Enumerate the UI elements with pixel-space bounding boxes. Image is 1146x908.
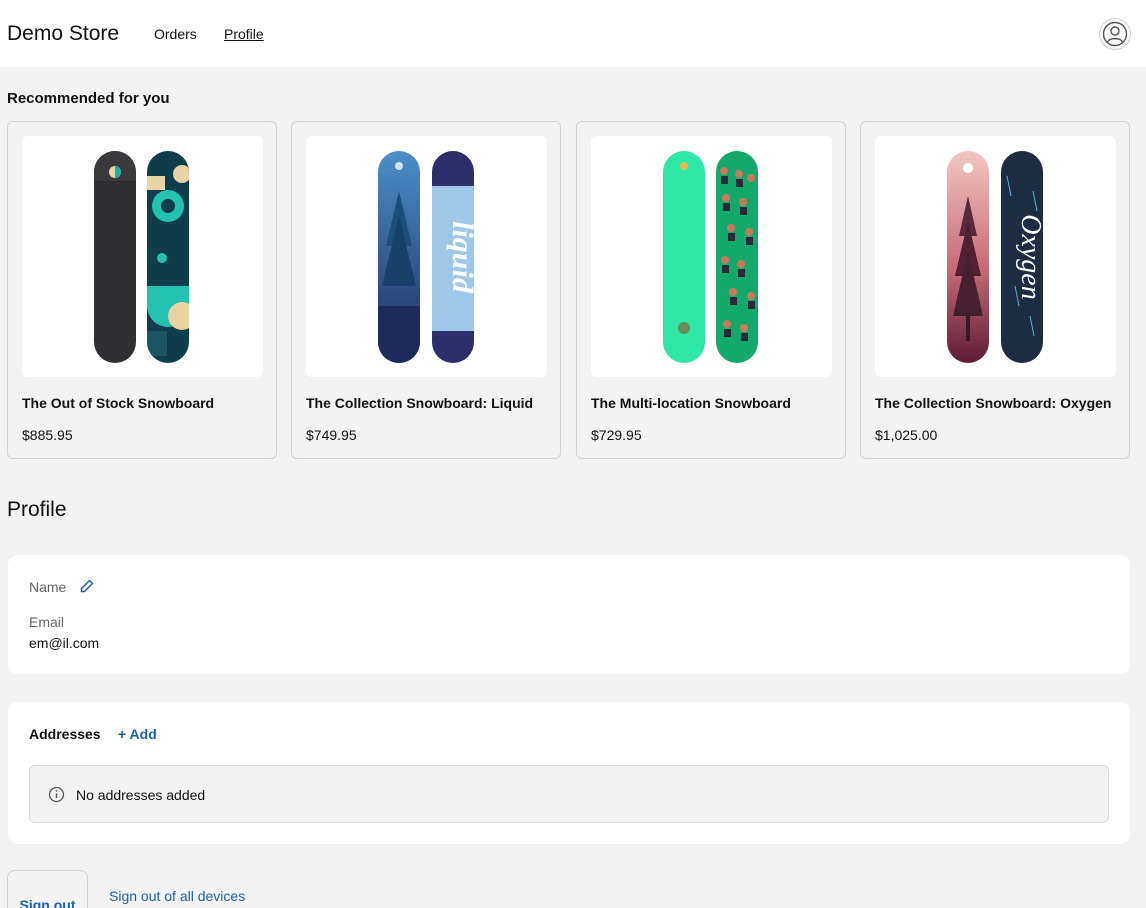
product-price: $1,025.00 bbox=[875, 427, 938, 443]
svg-text:Oxygen: Oxygen bbox=[1015, 214, 1046, 300]
product-title[interactable]: The Collection Snowboard: Oxygen bbox=[875, 395, 1111, 411]
nav-profile-link[interactable]: Profile bbox=[224, 26, 264, 42]
user-circle-icon bbox=[1102, 21, 1128, 47]
addresses-panel: Addresses + Add No addresses added bbox=[8, 702, 1130, 844]
account-button[interactable] bbox=[1099, 18, 1131, 50]
product-title[interactable]: The Collection Snowboard: Liquid bbox=[306, 395, 533, 411]
product-price: $749.95 bbox=[306, 427, 357, 443]
profile-info-panel: Name Email em@il.com bbox=[8, 555, 1130, 674]
product-image[interactable] bbox=[22, 136, 263, 377]
empty-message: No addresses added bbox=[76, 787, 206, 803]
email-label: Email bbox=[29, 614, 65, 630]
add-address-button[interactable]: + Add bbox=[118, 726, 157, 742]
product-card[interactable]: Oxygen The Collection Snowboard: Oxygen … bbox=[860, 121, 1130, 459]
email-value: em@il.com bbox=[29, 635, 100, 651]
pencil-icon bbox=[80, 579, 94, 593]
product-price: $729.95 bbox=[591, 427, 642, 443]
addresses-label: Addresses bbox=[29, 726, 101, 742]
sign-out-button[interactable]: Sign out bbox=[7, 870, 88, 908]
nav-orders-link[interactable]: Orders bbox=[154, 26, 197, 42]
product-title[interactable]: The Out of Stock Snowboard bbox=[22, 395, 214, 411]
profile-heading: Profile bbox=[7, 498, 67, 521]
name-label: Name bbox=[29, 579, 67, 595]
product-price: $885.95 bbox=[22, 427, 73, 443]
product-image[interactable]: Oxygen bbox=[875, 136, 1116, 377]
product-card[interactable]: The Out of Stock Snowboard $885.95 bbox=[7, 121, 277, 459]
svg-text:liquid: liquid bbox=[446, 221, 479, 294]
product-title[interactable]: The Multi-location Snowboard bbox=[591, 395, 791, 411]
sign-out-all-devices-link[interactable]: Sign out of all devices bbox=[109, 888, 245, 904]
product-card[interactable]: liquid The Collection Snowboard: Liquid … bbox=[291, 121, 561, 459]
product-image[interactable]: liquid bbox=[306, 136, 547, 377]
recommended-title: Recommended for you bbox=[7, 90, 170, 107]
product-image[interactable] bbox=[591, 136, 832, 377]
store-brand[interactable]: Demo Store bbox=[7, 22, 119, 46]
info-icon bbox=[48, 786, 65, 803]
top-header: Demo Store Orders Profile bbox=[0, 0, 1146, 67]
no-addresses-notice: No addresses added bbox=[29, 765, 1109, 823]
edit-name-button[interactable] bbox=[79, 578, 95, 594]
product-card[interactable]: The Multi-location Snowboard $729.95 bbox=[576, 121, 846, 459]
